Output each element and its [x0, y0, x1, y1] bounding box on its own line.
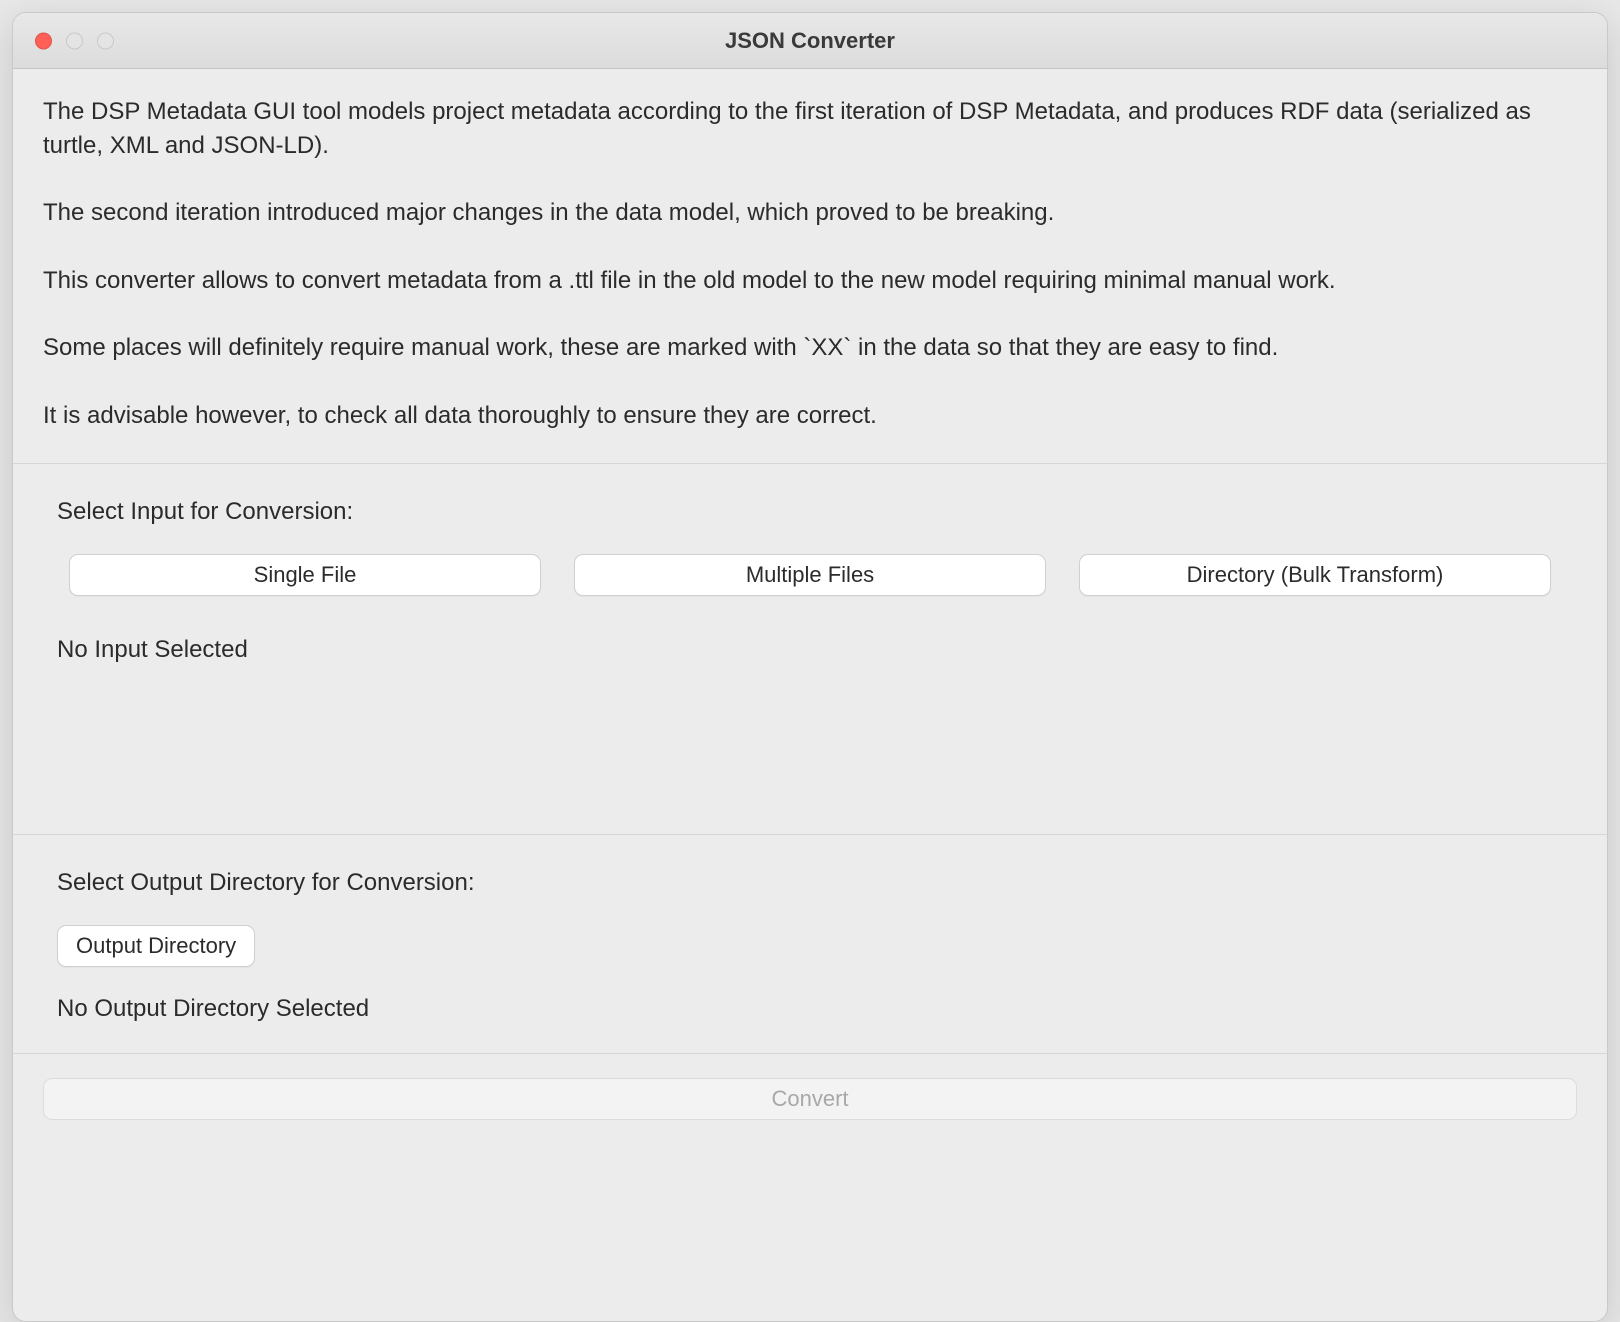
convert-section: Convert: [13, 1054, 1607, 1148]
description-paragraph-2: The second iteration introduced major ch…: [43, 196, 1577, 230]
input-section: Select Input for Conversion: Single File…: [13, 464, 1607, 835]
description-section: The DSP Metadata GUI tool models project…: [13, 69, 1607, 464]
close-window-button[interactable]: [35, 32, 52, 49]
description-paragraph-5: It is advisable however, to check all da…: [43, 399, 1577, 433]
convert-button[interactable]: Convert: [43, 1078, 1577, 1120]
output-directory-button[interactable]: Output Directory: [57, 925, 255, 967]
output-section-label: Select Output Directory for Conversion:: [43, 869, 1577, 897]
single-file-button[interactable]: Single File: [69, 554, 541, 596]
output-status-text: No Output Directory Selected: [43, 995, 1577, 1023]
directory-bulk-button[interactable]: Directory (Bulk Transform): [1079, 554, 1551, 596]
multiple-files-button[interactable]: Multiple Files: [574, 554, 1046, 596]
window-title: JSON Converter: [13, 28, 1607, 54]
input-button-row: Single File Multiple Files Directory (Bu…: [43, 554, 1577, 596]
description-paragraph-1: The DSP Metadata GUI tool models project…: [43, 95, 1577, 162]
app-window: JSON Converter The DSP Metadata GUI tool…: [12, 12, 1608, 1322]
description-paragraph-3: This converter allows to convert metadat…: [43, 264, 1577, 298]
input-section-label: Select Input for Conversion:: [43, 498, 1577, 526]
description-paragraph-4: Some places will definitely require manu…: [43, 331, 1577, 365]
traffic-lights: [35, 32, 114, 49]
output-section: Select Output Directory for Conversion: …: [13, 835, 1607, 1054]
input-status-text: No Input Selected: [43, 636, 1577, 664]
maximize-window-button[interactable]: [97, 32, 114, 49]
window-spacer: [13, 1148, 1607, 1321]
minimize-window-button[interactable]: [66, 32, 83, 49]
titlebar[interactable]: JSON Converter: [13, 13, 1607, 69]
input-spacer: [43, 664, 1577, 814]
